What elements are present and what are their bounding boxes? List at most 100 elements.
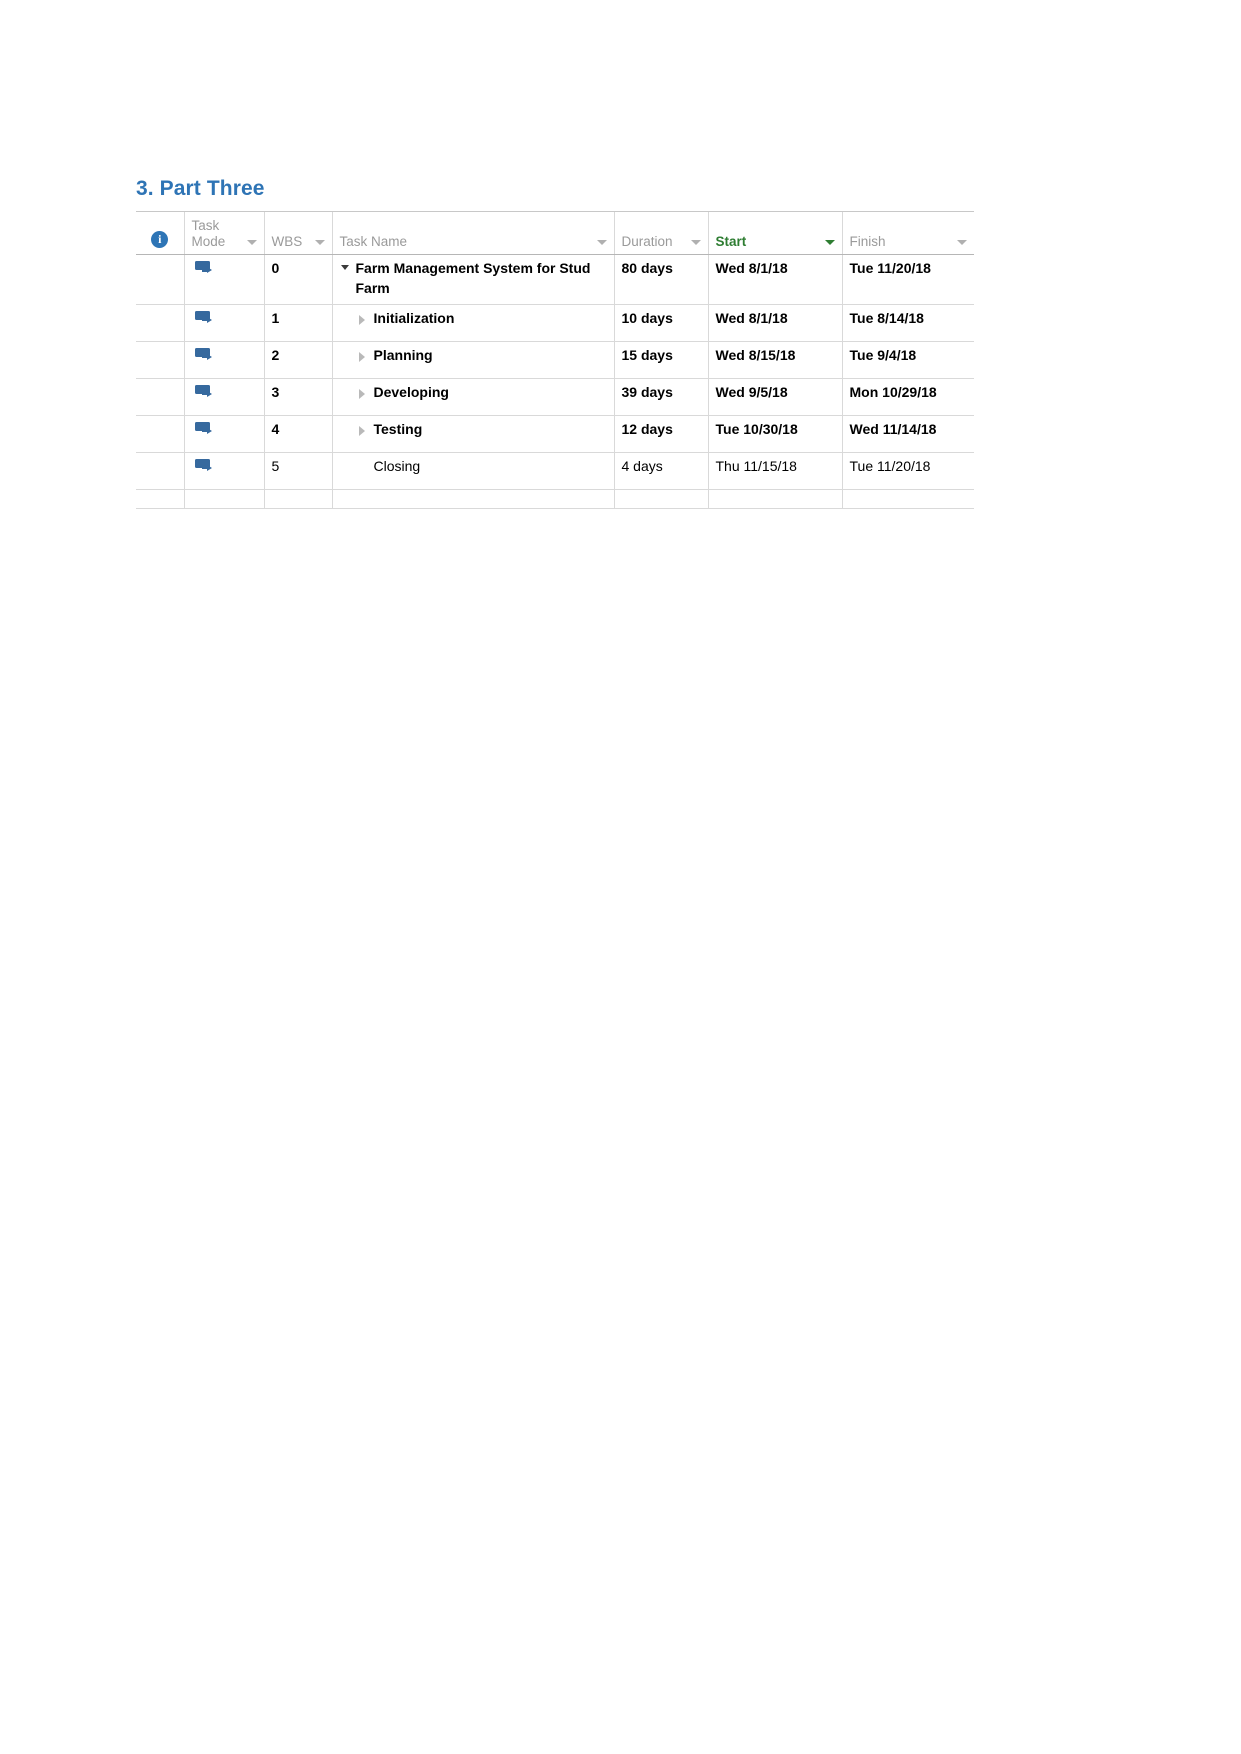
cell-finish[interactable]: Wed 11/14/18 [842, 415, 974, 453]
table-row[interactable]: 2 Planning 15 days Wed 8/15/18 Tue 9/4/18 [136, 341, 974, 379]
table-row[interactable]: 5 Closing 4 days Thu 11/15/18 Tue 11/20/18 [136, 452, 974, 490]
expand-triangle-icon[interactable] [358, 383, 371, 399]
cell-empty[interactable] [332, 489, 615, 509]
start-value: Wed 8/1/18 [715, 309, 788, 326]
chevron-down-icon[interactable] [690, 240, 701, 246]
cell-info[interactable] [136, 254, 185, 305]
cell-wbs[interactable]: 1 [264, 304, 333, 342]
task-name-label: Initialization [373, 309, 455, 326]
cell-start[interactable]: Wed 8/1/18 [707, 254, 843, 305]
chevron-down-icon[interactable] [314, 240, 325, 246]
start-value: Tue 10/30/18 [715, 420, 798, 437]
header-row: i Task Mode WBS Task Name Duration Start… [136, 212, 974, 256]
column-header-duration-label: Duration [621, 234, 673, 250]
cell-duration[interactable]: 15 days [614, 341, 709, 379]
duration-value: 15 days [621, 346, 673, 363]
cell-task-name[interactable]: Testing [332, 415, 615, 453]
auto-scheduled-icon [194, 421, 215, 436]
document-page: 3. Part Three i Task Mode WBS Task Name … [0, 0, 1241, 1754]
table-row[interactable]: 4 Testing 12 days Tue 10/30/18 Wed 11/14/18 [136, 415, 974, 453]
wbs-value: 5 [271, 457, 280, 474]
collapse-triangle-icon[interactable] [340, 259, 353, 271]
duration-value: 10 days [621, 309, 673, 326]
table-row[interactable]: 0 Farm Management System for Stud Farm 80 … [136, 254, 974, 305]
cell-info[interactable] [136, 304, 185, 342]
finish-value: Tue 9/4/18 [849, 346, 917, 363]
column-header-info[interactable]: i [136, 212, 185, 256]
cell-finish[interactable]: Tue 8/14/18 [842, 304, 974, 342]
cell-empty[interactable] [184, 489, 265, 509]
cell-task-mode[interactable] [184, 378, 265, 416]
auto-scheduled-icon [194, 261, 215, 275]
cell-finish[interactable]: Tue 11/20/18 [842, 254, 974, 305]
cell-empty[interactable] [614, 489, 709, 509]
cell-duration[interactable]: 4 days [614, 452, 709, 490]
duration-value: 39 days [621, 383, 673, 400]
cell-task-name[interactable]: Closing [332, 452, 615, 490]
table-row-empty[interactable] [136, 489, 974, 509]
cell-wbs[interactable]: 3 [264, 378, 333, 416]
page-content: 3. Part Three i Task Mode WBS Task Name … [136, 176, 976, 509]
start-value: Wed 8/15/18 [715, 346, 796, 363]
expand-triangle-icon[interactable] [358, 309, 371, 325]
cell-wbs[interactable]: 5 [264, 452, 333, 490]
cell-duration[interactable]: 10 days [614, 304, 709, 342]
auto-scheduled-icon [194, 458, 215, 473]
project-task-grid: i Task Mode WBS Task Name Duration Start… [136, 211, 974, 509]
cell-task-name[interactable]: Initialization [332, 304, 615, 342]
start-value: Wed 9/5/18 [715, 383, 788, 400]
cell-finish[interactable]: Mon 10/29/18 [842, 378, 974, 416]
cell-start[interactable]: Tue 10/30/18 [707, 415, 843, 453]
cell-task-mode[interactable] [184, 415, 265, 453]
wbs-value: 2 [271, 346, 280, 363]
table-row[interactable]: 1 Initialization 10 days Wed 8/1/18 Tue 8/14… [136, 304, 974, 342]
cell-info[interactable] [136, 452, 185, 490]
chevron-down-icon[interactable] [824, 240, 835, 246]
cell-start[interactable]: Wed 8/1/18 [707, 304, 843, 342]
cell-empty[interactable] [136, 489, 185, 509]
column-header-task-mode[interactable]: Task Mode [184, 212, 265, 256]
column-header-finish[interactable]: Finish [842, 212, 974, 256]
cell-task-name[interactable]: Planning [332, 341, 615, 379]
column-header-start[interactable]: Start [707, 212, 843, 256]
expand-triangle-icon[interactable] [358, 346, 371, 362]
table-row[interactable]: 3 Developing 39 days Wed 9/5/18 Mon 10/29/18 [136, 378, 974, 416]
cell-info[interactable] [136, 415, 185, 453]
cell-start[interactable]: Wed 9/5/18 [707, 378, 843, 416]
finish-value: Tue 11/20/18 [849, 457, 931, 474]
expand-triangle-icon[interactable] [358, 420, 371, 436]
cell-wbs[interactable]: 0 [264, 254, 333, 305]
wbs-value: 4 [271, 420, 280, 437]
cell-duration[interactable]: 39 days [614, 378, 709, 416]
chevron-down-icon[interactable] [957, 240, 967, 246]
cell-task-name[interactable]: Farm Management System for Stud Farm [332, 254, 615, 305]
cell-task-mode[interactable] [184, 452, 265, 490]
cell-task-mode[interactable] [184, 254, 265, 305]
cell-duration[interactable]: 80 days [614, 254, 709, 305]
cell-wbs[interactable]: 4 [264, 415, 333, 453]
cell-finish[interactable]: Tue 11/20/18 [842, 452, 974, 490]
cell-start[interactable]: Thu 11/15/18 [707, 452, 843, 490]
cell-wbs[interactable]: 2 [264, 341, 333, 379]
cell-task-mode[interactable] [184, 341, 265, 379]
column-header-duration[interactable]: Duration [614, 212, 709, 256]
finish-value: Tue 11/20/18 [849, 260, 931, 277]
page-title: 3. Part Three [136, 177, 265, 200]
cell-empty[interactable] [707, 489, 843, 509]
cell-empty[interactable] [264, 489, 333, 509]
cell-finish[interactable]: Tue 9/4/18 [842, 341, 974, 379]
column-header-task-name[interactable]: Task Name [332, 212, 615, 256]
start-value: Thu 11/15/18 [715, 457, 797, 474]
cell-task-name[interactable]: Developing [332, 378, 615, 416]
chevron-down-icon[interactable] [246, 240, 257, 246]
cell-empty[interactable] [842, 489, 974, 509]
auto-scheduled-icon [194, 347, 215, 362]
cell-start[interactable]: Wed 8/15/18 [707, 341, 843, 379]
cell-info[interactable] [136, 341, 185, 379]
cell-task-mode[interactable] [184, 304, 265, 342]
cell-duration[interactable]: 12 days [614, 415, 709, 453]
cell-info[interactable] [136, 378, 185, 416]
column-header-wbs[interactable]: WBS [264, 212, 333, 256]
chevron-down-icon[interactable] [596, 240, 607, 246]
task-name-label: Testing [373, 420, 423, 437]
